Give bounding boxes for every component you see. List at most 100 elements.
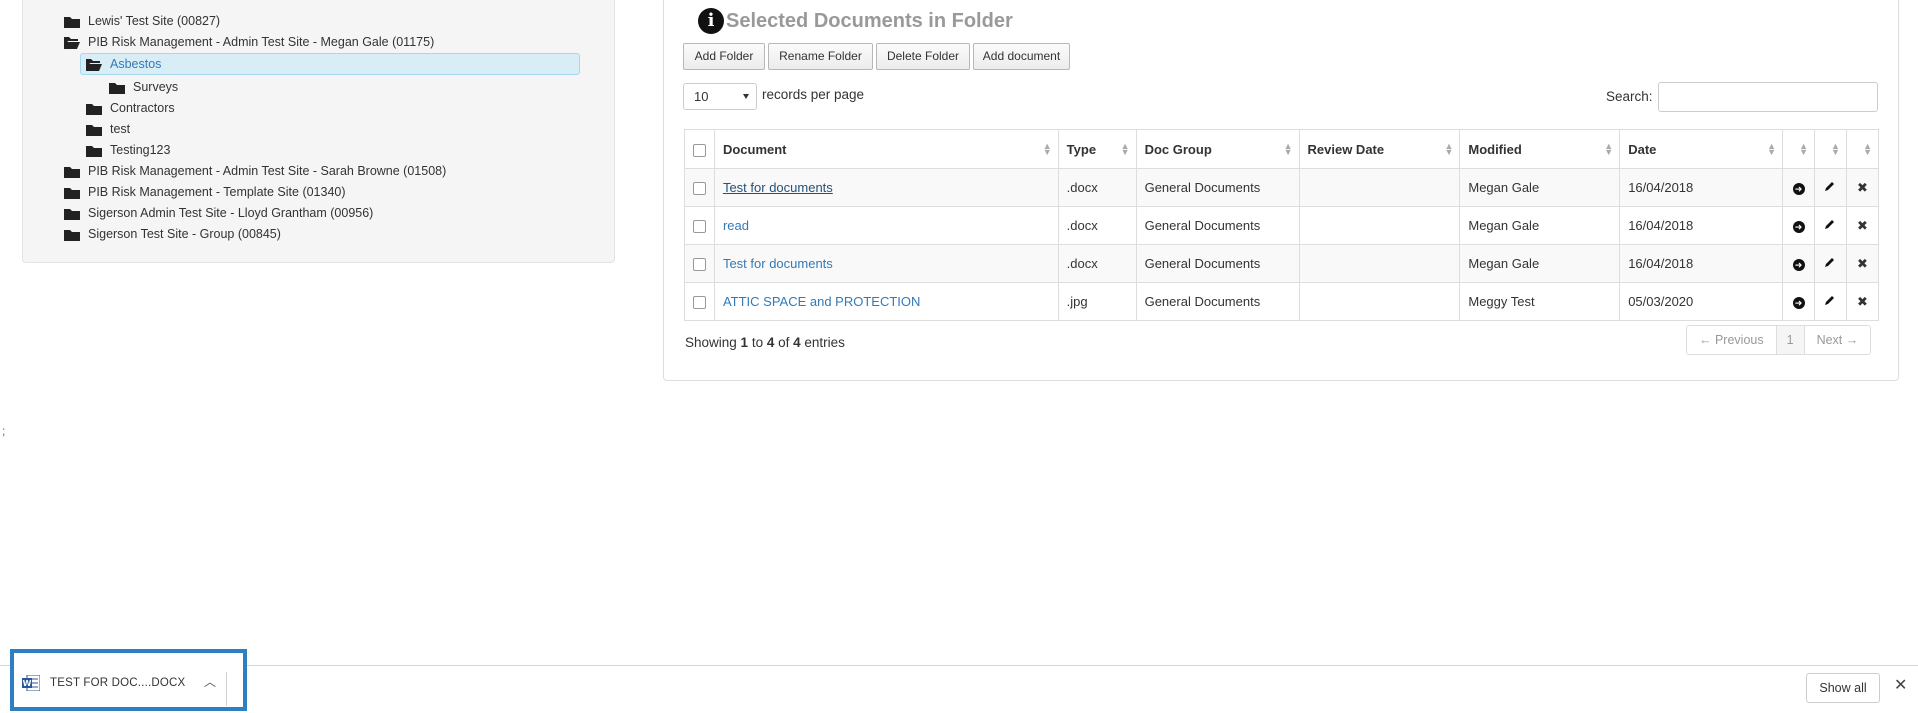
review-date-cell — [1298, 244, 1461, 283]
document-link[interactable]: Test for documents — [723, 256, 833, 271]
review-date-cell — [1298, 282, 1461, 321]
info-prefix: Showing — [685, 335, 741, 350]
tree-item-label: PIB Risk Management - Template Site (013… — [88, 185, 346, 199]
select-all-checkbox[interactable] — [692, 143, 706, 157]
sort-icon: ▲ ▼ — [1863, 141, 1872, 157]
document-link[interactable]: Test for documents — [723, 180, 833, 195]
table-row: Test for documents .docx General Documen… — [684, 168, 1880, 207]
tree-item-label: test — [110, 122, 131, 136]
next-page-button[interactable]: Next → — [1804, 326, 1871, 354]
row-checkbox[interactable] — [692, 220, 706, 234]
folder-open-icon — [64, 36, 80, 49]
tree-item[interactable]: PIB Risk Management - Admin Test Site - … — [64, 31, 434, 53]
column-header-delete[interactable]: ▲ ▼ — [1845, 129, 1880, 169]
circle-arrow-right-icon[interactable]: ➜ — [1792, 259, 1805, 271]
folder-icon — [64, 229, 80, 241]
edit-action-cell — [1813, 168, 1847, 207]
pencil-icon[interactable] — [1824, 180, 1836, 192]
view-action-cell: ➜ — [1782, 282, 1815, 321]
tree-item-label: Sigerson Test Site - Group (00845) — [88, 227, 281, 241]
column-header-label: Type — [1066, 141, 1097, 157]
column-header-label: Document — [722, 141, 787, 157]
tree-item[interactable]: Testing123 — [86, 139, 170, 161]
stray-text: ; — [2, 424, 6, 438]
close-icon[interactable]: ✖ — [1857, 218, 1868, 233]
doc-group-cell: General Documents — [1135, 206, 1300, 245]
column-header-document[interactable]: Document ▲ ▼ — [713, 129, 1059, 169]
column-header-label: Doc Group — [1144, 141, 1212, 157]
records-per-page-select[interactable]: 10 — [683, 83, 757, 110]
info-of-word: of — [774, 335, 794, 350]
circle-arrow-right-icon[interactable]: ➜ — [1792, 183, 1805, 195]
show-all-button[interactable]: Show all — [1806, 673, 1880, 703]
column-header-type[interactable]: Type ▲ ▼ — [1057, 129, 1137, 169]
info-icon: i — [698, 8, 724, 34]
download-shelf — [0, 665, 1918, 713]
page-number-button[interactable]: 1 — [1776, 326, 1805, 354]
edit-action-cell — [1813, 244, 1847, 283]
rename-folder-button[interactable]: Rename Folder — [768, 43, 873, 70]
column-header-review-date[interactable]: Review Date ▲ ▼ — [1298, 129, 1461, 169]
documents-table: Document ▲ ▼ Type ▲ ▼ Doc Group ▲ ▼ Review … — [684, 129, 1880, 321]
date-cell: 16/04/2018 — [1619, 168, 1784, 207]
document-cell: ATTIC SPACE and PROTECTION — [713, 282, 1059, 321]
circle-arrow-right-icon[interactable]: ➜ — [1792, 221, 1805, 233]
search-input[interactable] — [1658, 82, 1878, 112]
tree-item[interactable]: Lewis' Test Site (00827) — [64, 10, 220, 32]
info-total: 4 — [793, 335, 801, 350]
column-header-view[interactable]: ▲ ▼ — [1782, 129, 1815, 169]
add-folder-button[interactable]: Add Folder — [683, 43, 765, 70]
tree-item-label: Contractors — [110, 101, 175, 115]
add-document-button[interactable]: Add document — [973, 43, 1070, 70]
column-header-modified[interactable]: Modified ▲ ▼ — [1459, 129, 1621, 169]
tree-item[interactable]: Sigerson Test Site - Group (00845) — [64, 223, 281, 245]
tree-item-label: Sigerson Admin Test Site - Lloyd Grantha… — [88, 206, 374, 220]
row-checkbox[interactable] — [692, 296, 706, 310]
tree-item[interactable]: Sigerson Admin Test Site - Lloyd Grantha… — [64, 202, 373, 224]
shelf-divider — [226, 672, 227, 706]
view-action-cell: ➜ — [1782, 168, 1815, 207]
column-header-edit[interactable]: ▲ ▼ — [1813, 129, 1847, 169]
pencil-icon[interactable] — [1824, 294, 1836, 306]
document-link[interactable]: read — [723, 218, 749, 233]
info-to-word: to — [748, 335, 767, 350]
tree-item[interactable]: PIB Risk Management - Template Site (013… — [64, 181, 346, 203]
pencil-icon[interactable] — [1824, 256, 1836, 268]
delete-folder-button[interactable]: Delete Folder — [876, 43, 970, 70]
chevron-up-icon[interactable]: ︿ — [204, 673, 216, 690]
delete-action-cell: ✖ — [1845, 206, 1880, 245]
select-all-header — [684, 129, 715, 169]
tree-item[interactable]: test — [86, 118, 130, 140]
pencil-icon[interactable] — [1824, 218, 1836, 230]
download-item[interactable]: W TEST FOR DOC....DOCX ︿ — [10, 649, 247, 711]
table-row: Test for documents .docx General Documen… — [684, 244, 1880, 283]
row-checkbox[interactable] — [692, 182, 706, 196]
column-header-date[interactable]: Date ▲ ▼ — [1619, 129, 1784, 169]
delete-action-cell: ✖ — [1845, 282, 1880, 321]
column-header-doc-group[interactable]: Doc Group ▲ ▼ — [1135, 129, 1300, 169]
sort-icon: ▲ ▼ — [1831, 141, 1840, 157]
sort-icon: ▲ ▼ — [1120, 141, 1130, 157]
close-icon[interactable]: ✖ — [1857, 256, 1868, 271]
tree-item-label: PIB Risk Management - Admin Test Site - … — [88, 164, 447, 178]
row-checkbox[interactable] — [692, 258, 706, 272]
close-icon[interactable]: ✖ — [1857, 294, 1868, 309]
type-cell: .jpg — [1057, 282, 1137, 321]
folder-icon — [64, 166, 80, 178]
tree-item[interactable]: PIB Risk Management - Admin Test Site - … — [64, 160, 446, 182]
column-header-label: Review Date — [1307, 141, 1385, 157]
tree-item[interactable]: Contractors — [86, 97, 175, 119]
tree-item[interactable]: Surveys — [109, 76, 178, 98]
circle-arrow-right-icon[interactable]: ➜ — [1792, 297, 1805, 309]
table-info: Showing 1 to 4 of 4 entries — [685, 335, 845, 350]
edit-action-cell — [1813, 206, 1847, 245]
tree-item-selected[interactable]: Asbestos — [80, 53, 580, 75]
document-link[interactable]: ATTIC SPACE and PROTECTION — [723, 294, 920, 309]
document-cell: Test for documents — [713, 168, 1059, 207]
doc-group-cell: General Documents — [1135, 168, 1300, 207]
close-icon[interactable]: ✖ — [1857, 180, 1868, 195]
close-icon[interactable]: ✕ — [1894, 677, 1907, 695]
sort-icon: ▲ ▼ — [1444, 141, 1454, 157]
row-select-cell — [684, 168, 715, 207]
previous-page-button[interactable]: ← Previous — [1687, 326, 1777, 354]
